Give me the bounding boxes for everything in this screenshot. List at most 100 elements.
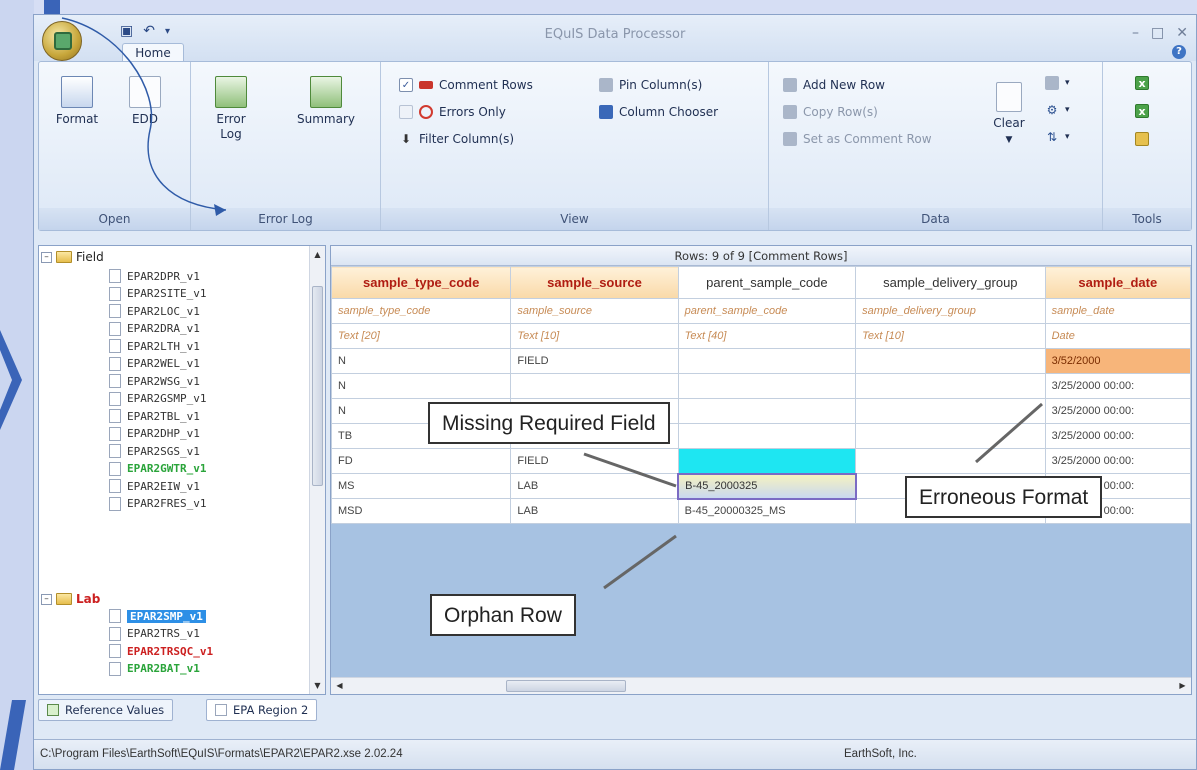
tree-item[interactable]: EPAR2TBL_v1	[109, 408, 200, 424]
grid-cell[interactable]: N	[331, 373, 512, 399]
grid-cell[interactable]	[677, 423, 857, 449]
summary-button[interactable]: Summary	[291, 76, 361, 127]
paste-dropdown[interactable]: ▾	[1045, 76, 1070, 90]
grid-cell[interactable]	[677, 373, 857, 399]
grid-cell[interactable]: B-45_20000325_MS	[677, 498, 857, 524]
grid-cell[interactable]	[855, 373, 1046, 399]
table-row[interactable]: N 3/25/2000 00:00:	[331, 373, 1191, 399]
grid-cell[interactable]: FD	[331, 448, 512, 474]
edd-button[interactable]: EDD	[119, 76, 171, 127]
table-row[interactable]: FD FIELD 3/25/2000 00:00:	[331, 448, 1191, 474]
grid-cell: Date	[1044, 323, 1191, 349]
column-header[interactable]: sample_type_code	[331, 266, 512, 299]
tree-item[interactable]: EPAR2TRS_v1	[109, 626, 200, 642]
tree-item[interactable]: EPAR2WSG_v1	[109, 373, 200, 389]
add-new-row-button[interactable]: Add New Row	[783, 78, 885, 92]
scroll-down-icon[interactable]: ▼	[311, 679, 324, 692]
grid-cell[interactable]	[855, 348, 1046, 374]
tool-button-2[interactable]: x	[1135, 104, 1149, 118]
grid-cell[interactable]: B-45_2000325	[677, 472, 857, 500]
find-dropdown[interactable]: ⚙ ▾	[1045, 103, 1070, 117]
tree-item[interactable]: EPAR2DPR_v1	[109, 268, 200, 284]
grid-cell[interactable]	[855, 398, 1046, 424]
scroll-thumb[interactable]	[506, 680, 626, 692]
collapse-icon[interactable]: –	[41, 593, 52, 605]
pin-columns-button[interactable]: Pin Column(s)	[599, 78, 702, 92]
scroll-thumb[interactable]	[312, 286, 323, 486]
tree-item[interactable]: EPAR2SGS_v1	[109, 443, 200, 459]
tree-item[interactable]: EPAR2BAT_v1	[109, 661, 200, 677]
tree-folder-lab[interactable]: – Lab	[41, 592, 100, 606]
tree-item-label: EPAR2DPR_v1	[127, 269, 200, 283]
grid-cell[interactable]: MS	[331, 473, 512, 499]
tree-item[interactable]: EPAR2LOC_v1	[109, 303, 200, 319]
grid-cell[interactable]	[677, 448, 857, 474]
minimize-icon[interactable]: –	[1132, 25, 1139, 41]
grid-cell[interactable]	[677, 348, 857, 374]
grid-cell[interactable]: 3/25/2000 00:00:	[1044, 398, 1191, 424]
tree-scrollbar[interactable]: ▲ ▼	[309, 246, 325, 694]
scroll-left-icon[interactable]: ◀	[333, 679, 346, 692]
ribbon: Format EDD Open Error Log Summary Error …	[38, 61, 1192, 231]
tree-item[interactable]: EPAR2DRA_v1	[109, 321, 200, 337]
set-as-comment-row-button[interactable]: Set as Comment Row	[783, 132, 932, 146]
grid-cell[interactable]	[677, 398, 857, 424]
column-chooser-button[interactable]: Column Chooser	[599, 105, 718, 119]
column-header[interactable]: parent_sample_code	[677, 266, 857, 299]
tree-item[interactable]: EPAR2EIW_v1	[109, 478, 200, 494]
app-menu-button[interactable]	[42, 21, 82, 61]
tree-item[interactable]: EPAR2WEL_v1	[109, 356, 200, 372]
help-icon[interactable]: ?	[1172, 45, 1186, 59]
tool-button-3[interactable]	[1135, 132, 1149, 146]
tab-home[interactable]: Home	[122, 43, 184, 63]
grid-cell[interactable]: 3/25/2000 00:00:	[1044, 373, 1191, 399]
close-icon[interactable]: ✕	[1176, 25, 1188, 41]
grid-cell[interactable]: LAB	[510, 473, 679, 499]
tree-folder-field[interactable]: – Field	[41, 250, 104, 264]
column-header[interactable]: sample_source	[510, 266, 679, 299]
grid-cell[interactable]	[855, 423, 1046, 449]
tree-item[interactable]: EPAR2GSMP_v1	[109, 391, 206, 407]
comment-rows-toggle[interactable]: ✓ Comment Rows	[399, 78, 533, 92]
table-row[interactable]: N FIELD 3/52/2000	[331, 348, 1191, 374]
tree-item[interactable]: EPAR2LTH_v1	[109, 338, 200, 354]
tree-item-label: EPAR2GSMP_v1	[127, 392, 207, 405]
errors-only-toggle[interactable]: Errors Only	[399, 105, 506, 119]
tab-reference-values[interactable]: Reference Values	[38, 699, 174, 721]
maximize-icon[interactable]: □	[1151, 25, 1164, 41]
grid-cell[interactable]: FIELD	[510, 448, 679, 474]
checkbox-checked-icon[interactable]: ✓	[399, 78, 413, 92]
column-header[interactable]: sample_delivery_group	[855, 266, 1046, 299]
grid-cell[interactable]: MSD	[331, 498, 512, 524]
grid-cell[interactable]	[855, 448, 1046, 474]
grid-cell[interactable]	[510, 373, 679, 399]
grid-cell[interactable]: LAB	[510, 498, 679, 524]
scroll-up-icon[interactable]: ▲	[311, 248, 324, 261]
tree-item[interactable]: EPAR2DHP_v1	[109, 426, 200, 442]
grid-horizontal-scrollbar[interactable]: ◀ ▶	[331, 677, 1191, 694]
tree-item[interactable]: EPAR2TRSQC_v1	[109, 643, 213, 659]
column-header[interactable]: sample_date	[1044, 266, 1191, 299]
error-log-button[interactable]: Error Log	[205, 76, 257, 142]
tab-epa-region-2[interactable]: EPA Region 2	[206, 699, 318, 721]
tree-item[interactable]: EPAR2SMP_v1	[109, 608, 206, 624]
grid-cell[interactable]: FIELD	[510, 348, 679, 374]
grid-cell[interactable]: N	[331, 348, 512, 374]
tree-item[interactable]: EPAR2SITE_v1	[109, 286, 206, 302]
tree-item[interactable]: EPAR2FRES_v1	[109, 496, 206, 512]
scroll-right-icon[interactable]: ▶	[1176, 679, 1189, 692]
grid-cell[interactable]: 3/25/2000 00:00:	[1044, 448, 1191, 474]
checkbox-unchecked-icon[interactable]	[399, 105, 413, 119]
chevron-down-icon: ▾	[1065, 105, 1070, 115]
collapse-icon[interactable]: –	[41, 251, 52, 263]
format-button[interactable]: Format	[51, 76, 103, 127]
grid-row-count: Rows: 9 of 9 [Comment Rows]	[331, 246, 1191, 266]
tool-button-1[interactable]: x	[1135, 76, 1149, 90]
tree-item[interactable]: EPAR2GWTR_v1	[109, 461, 206, 477]
filter-columns-button[interactable]: ⬇ Filter Column(s)	[399, 132, 514, 146]
grid-cell[interactable]: 3/52/2000	[1044, 348, 1191, 374]
sort-dropdown[interactable]: ⇅ ▾	[1045, 130, 1070, 144]
clear-button[interactable]: Clear ▼	[987, 82, 1031, 148]
copy-rows-button[interactable]: Copy Row(s)	[783, 105, 878, 119]
grid-cell[interactable]: 3/25/2000 00:00:	[1044, 423, 1191, 449]
